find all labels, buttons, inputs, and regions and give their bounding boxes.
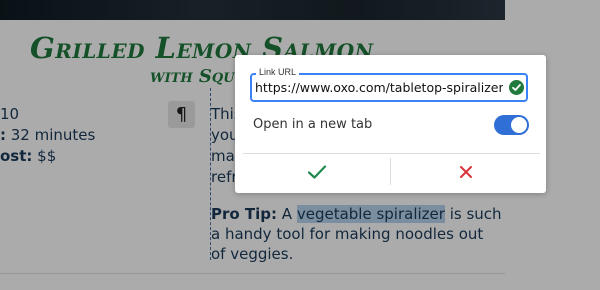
valid-url-icon — [509, 80, 524, 95]
url-field-label: Link URL — [256, 67, 300, 77]
confirm-link-button[interactable] — [243, 154, 390, 189]
cancel-link-button[interactable] — [391, 154, 540, 189]
checkmark-icon — [307, 164, 326, 179]
toggle-knob — [511, 117, 527, 133]
link-editor-popup: Link URL Open in a new tab — [235, 55, 546, 193]
open-in-new-tab-label: Open in a new tab — [253, 117, 373, 132]
close-icon — [459, 165, 472, 178]
url-input[interactable] — [255, 77, 503, 97]
open-in-new-tab-toggle[interactable] — [494, 115, 529, 135]
